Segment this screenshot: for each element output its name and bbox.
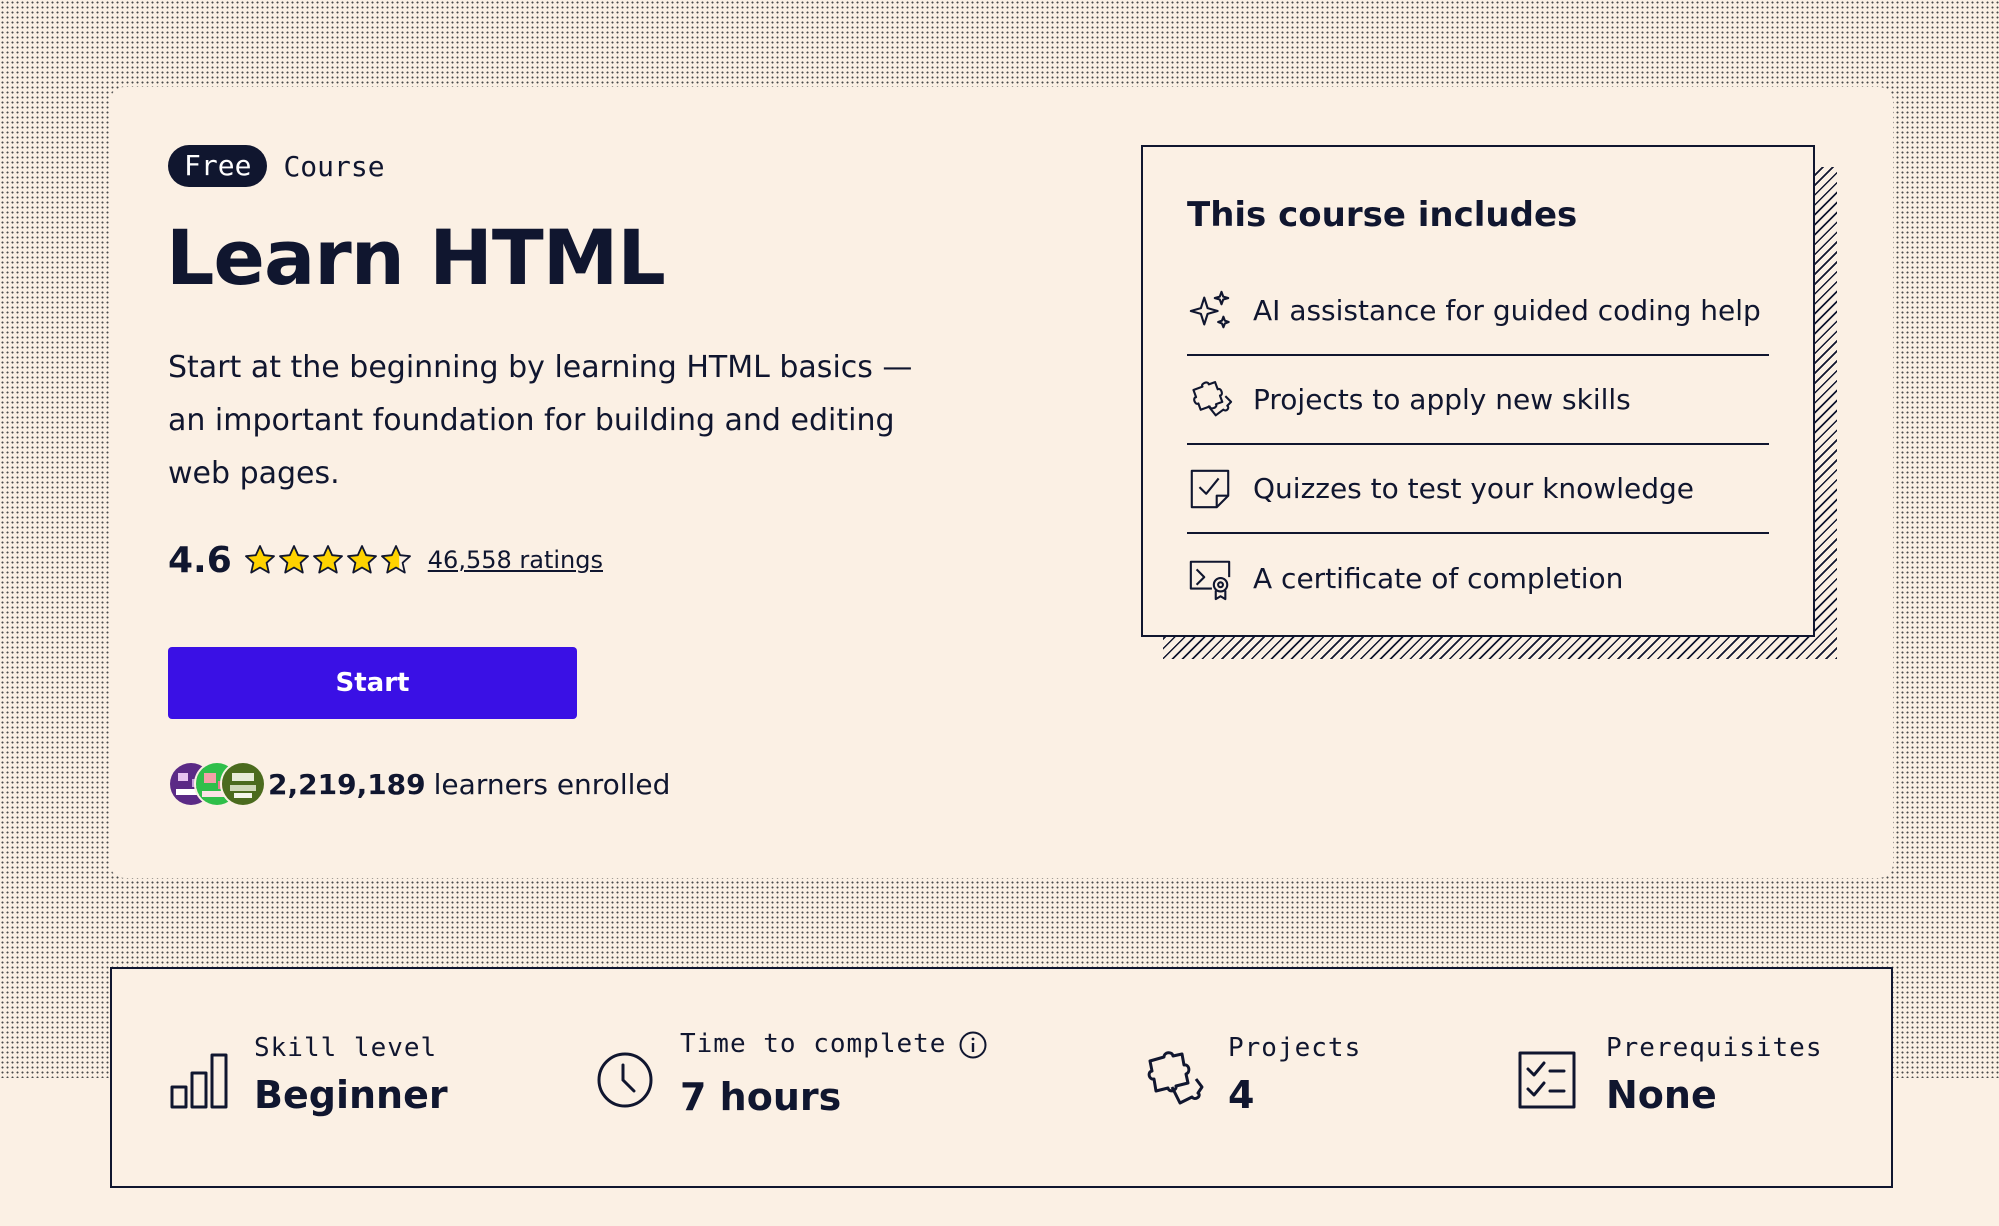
list-item: Projects to apply new skills	[1187, 356, 1769, 445]
stat-label: Skill level	[254, 1033, 438, 1063]
stat-value: 4	[1228, 1073, 1255, 1117]
free-badge: Free	[168, 145, 268, 187]
checklist-icon	[1518, 1051, 1576, 1109]
course-type-badge: Free Course	[168, 144, 385, 188]
stat-label: Projects	[1228, 1033, 1362, 1063]
info-icon[interactable]	[958, 1030, 988, 1060]
certificate-icon	[1189, 560, 1231, 600]
list-item: A certificate of completion	[1187, 534, 1769, 623]
includes-list: AI assistance for guided coding help Pro…	[1187, 267, 1769, 623]
stat-label: Time to complete	[680, 1029, 988, 1060]
course-title: Learn HTML	[166, 213, 666, 302]
list-item: Quizzes to test your knowledge	[1187, 445, 1769, 534]
quiz-checkbox-icon	[1190, 469, 1230, 508]
stat-label: Prerequisites	[1606, 1033, 1823, 1063]
bar-chart-icon	[170, 1053, 228, 1109]
enrolled-count: 2,219,189	[268, 767, 426, 801]
star-full-icon	[278, 545, 309, 574]
star-full-icon	[346, 545, 377, 574]
stat-value: Beginner	[254, 1073, 448, 1117]
stat-value: None	[1606, 1073, 1717, 1117]
include-label: AI assistance for guided coding help	[1253, 294, 1761, 327]
puzzle-icon	[1192, 380, 1233, 416]
stat-label-text: Time to complete	[680, 1029, 947, 1059]
enrollment-info: 2,219,189 learners enrolled	[168, 759, 670, 809]
puzzle-icon	[1147, 1051, 1204, 1105]
rating-row: 4.6 46,558 ratings	[168, 530, 603, 590]
includes-title: This course includes	[1187, 195, 1578, 235]
course-includes-panel: This course includes AI assistance for g…	[1141, 145, 1815, 637]
sparkle-icon	[1189, 290, 1230, 328]
star-partial-icon	[380, 545, 411, 574]
course-hero-card: Free Course Learn HTML Start at the begi…	[110, 87, 1893, 878]
course-description: Start at the beginning by learning HTML …	[168, 350, 913, 491]
enrolled-label: learners enrolled	[433, 767, 671, 801]
list-item: AI assistance for guided coding help	[1187, 267, 1769, 356]
star-full-icon	[312, 545, 343, 574]
clock-icon	[597, 1052, 653, 1108]
stat-value: 7 hours	[680, 1075, 842, 1119]
star-rating	[244, 544, 414, 576]
course-stats-bar: Skill level Beginner Time to complete 7 …	[110, 967, 1893, 1188]
ratings-count-link[interactable]: 46,558 ratings	[428, 546, 603, 574]
include-label: A certificate of completion	[1253, 562, 1624, 595]
star-full-icon	[244, 545, 275, 574]
start-button[interactable]: Start	[168, 647, 577, 719]
include-label: Projects to apply new skills	[1253, 383, 1631, 416]
avatar	[220, 761, 266, 807]
learner-avatars	[168, 759, 268, 809]
include-label: Quizzes to test your knowledge	[1253, 472, 1694, 505]
course-type-label: Course	[283, 149, 385, 183]
rating-score: 4.6	[168, 539, 232, 581]
